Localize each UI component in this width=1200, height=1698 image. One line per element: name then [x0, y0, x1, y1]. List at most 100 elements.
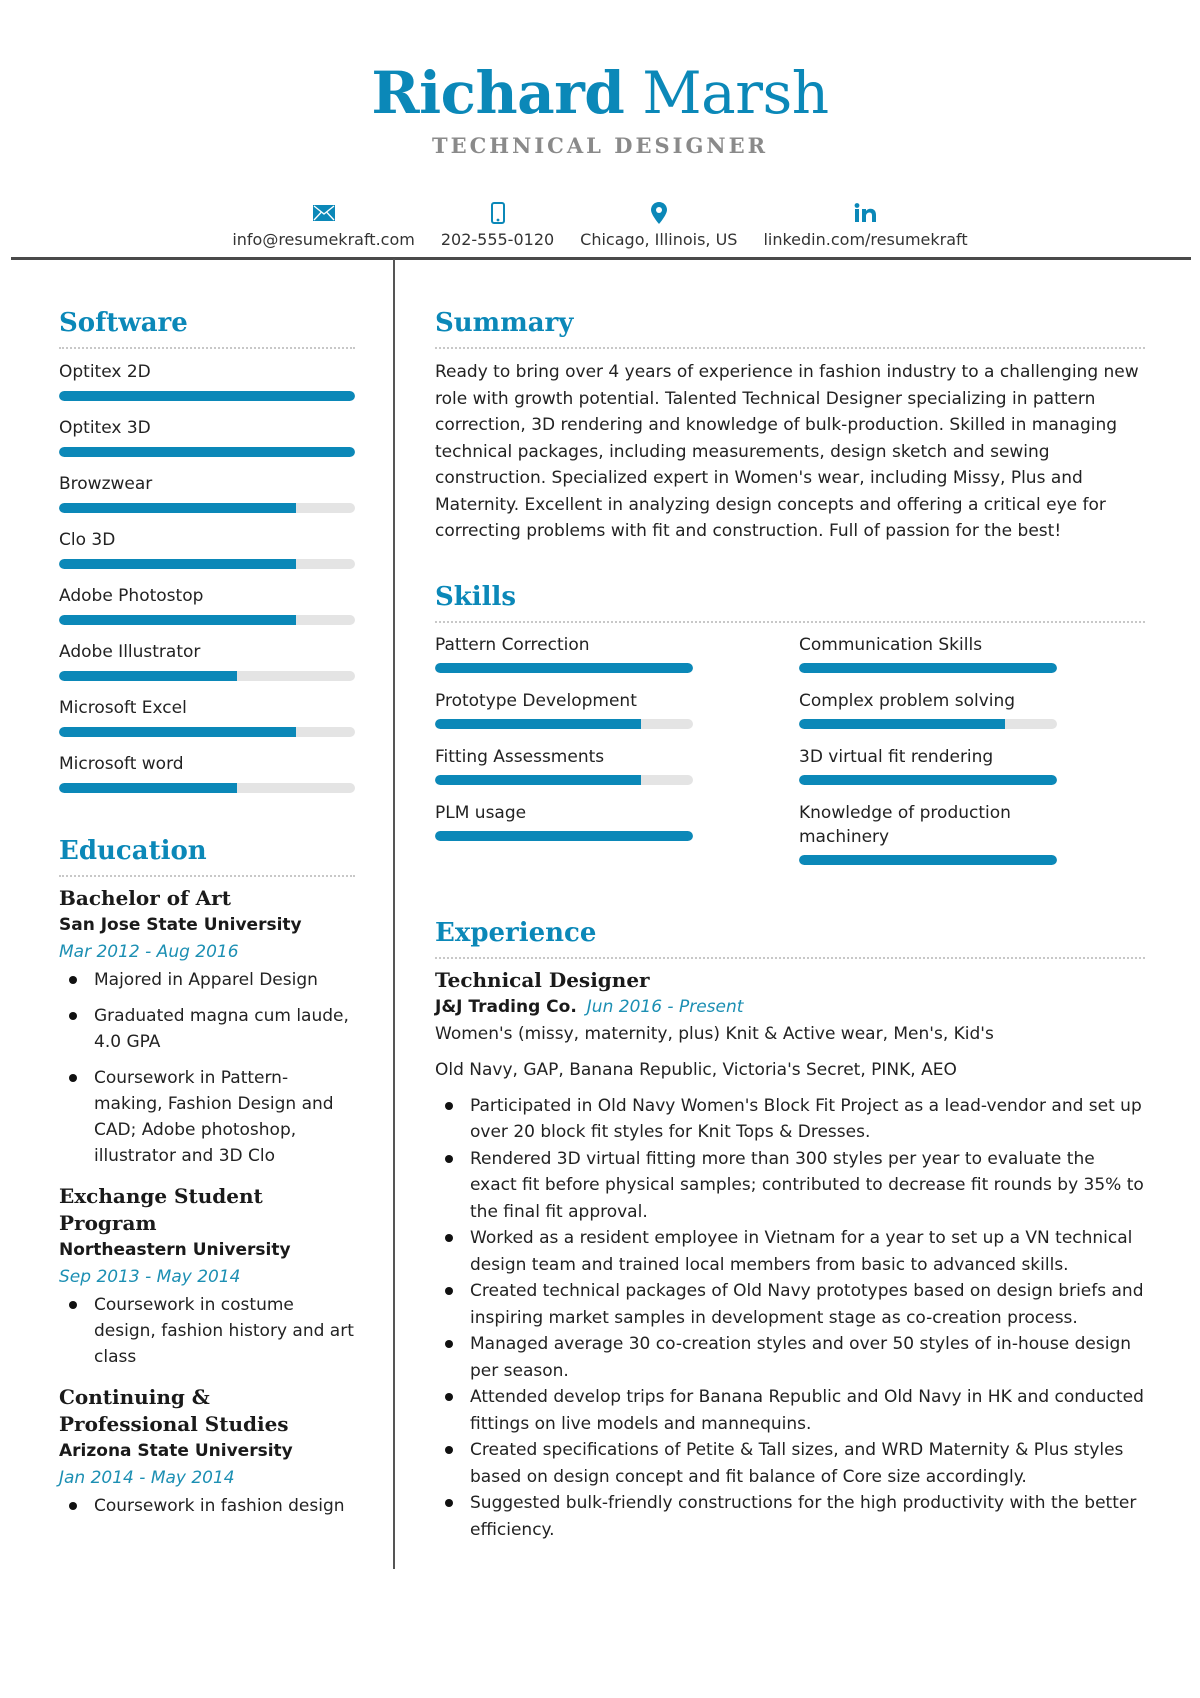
- software-item: Browzwear: [59, 471, 355, 513]
- proficiency-bar: [59, 447, 355, 457]
- skill-label: Pattern Correction: [435, 634, 590, 655]
- skill-label: PLM usage: [435, 802, 527, 823]
- skill-label: Fitting Assessments: [435, 746, 605, 767]
- first-name: Richard: [371, 59, 625, 127]
- proficiency-bar-fill: [59, 671, 237, 681]
- linkedin-icon: [854, 200, 878, 226]
- skill-item: PLM usage: [435, 801, 693, 865]
- software-section: Software Optitex 2D Optitex 3D Browzwear Cl…: [59, 305, 355, 793]
- proficiency-bar: [799, 774, 1057, 785]
- section-title-education: Education: [59, 836, 207, 866]
- contact-phone[interactable]: 202-555-0120: [441, 200, 554, 252]
- proficiency-bar-fill: [59, 783, 237, 793]
- education-dates: Mar 2012 - Aug 2016: [59, 942, 239, 962]
- summary-text: Ready to bring over 4 years of experienc…: [435, 362, 1139, 541]
- education-entry: Exchange Student Program Northeastern Uni…: [59, 1183, 355, 1370]
- proficiency-bar: [799, 718, 1057, 729]
- section-divider: [435, 620, 1145, 623]
- proficiency-bar-fill: [59, 559, 296, 569]
- education-degree: Bachelor of Art: [59, 886, 231, 910]
- proficiency-bar-fill: [799, 718, 1006, 729]
- contact-location: Chicago, Illinois, US: [580, 200, 737, 252]
- software-item: Clo 3D: [59, 527, 355, 569]
- section-divider: [59, 875, 355, 877]
- skill-label: Knowledge of production machinery: [799, 802, 1011, 847]
- skill-label: Prototype Development: [435, 690, 637, 711]
- column-divider: [393, 259, 395, 1569]
- experience-bullet: Created specifications of Petite & Tall …: [435, 1437, 1145, 1490]
- experience-bullets: Participated in Old Navy Women's Block F…: [435, 1093, 1145, 1544]
- contact-email[interactable]: info@resumekraft.com: [232, 200, 415, 252]
- proficiency-bar: [59, 559, 355, 569]
- proficiency-bar-fill: [435, 662, 693, 673]
- proficiency-bar: [799, 854, 1057, 865]
- section-divider: [435, 956, 1145, 959]
- proficiency-bar-fill: [799, 854, 1057, 865]
- software-label: Optitex 2D: [59, 362, 151, 382]
- skill-item: 3D virtual fit rendering: [799, 745, 1057, 785]
- section-divider: [59, 347, 355, 349]
- contact-phone-text[interactable]: 202-555-0120: [441, 228, 554, 252]
- software-label: Optitex 3D: [59, 418, 151, 438]
- education-bullet: Majored in Apparel Design: [59, 967, 355, 993]
- contact-email-text[interactable]: info@resumekraft.com: [232, 228, 415, 252]
- candidate-name: Richard Marsh: [0, 58, 1200, 128]
- envelope-icon: [312, 200, 335, 226]
- proficiency-bar-fill: [435, 830, 693, 841]
- skill-item: Fitting Assessments: [435, 745, 693, 785]
- software-label: Adobe Photostop: [59, 586, 204, 606]
- experience-bullet: Created technical packages of Old Navy p…: [435, 1278, 1145, 1331]
- education-bullet: Graduated magna cum laude, 4.0 GPA: [59, 1003, 355, 1055]
- proficiency-bar: [435, 830, 693, 841]
- education-school: Arizona State University: [59, 1441, 293, 1461]
- location-pin-icon: [650, 200, 667, 226]
- education-bullet: Coursework in costume design, fashion hi…: [59, 1292, 355, 1370]
- experience-entry: Technical Designer J&J Trading Co. Jun 201…: [435, 967, 1145, 1544]
- education-dates: Jan 2014 - May 2014: [59, 1468, 235, 1488]
- proficiency-bar: [799, 662, 1057, 673]
- software-label: Browzwear: [59, 474, 153, 494]
- proficiency-bar: [59, 391, 355, 401]
- section-title-experience: Experience: [435, 917, 597, 948]
- section-title-software: Software: [59, 308, 188, 338]
- experience-detail-line: Old Navy, GAP, Banana Republic, Victoria…: [435, 1059, 957, 1080]
- proficiency-bar-fill: [435, 718, 642, 729]
- experience-bullet: Participated in Old Navy Women's Block F…: [435, 1093, 1145, 1146]
- education-bullets: Coursework in fashion design: [59, 1493, 355, 1519]
- software-item: Optitex 2D: [59, 359, 355, 401]
- contact-linkedin[interactable]: linkedin.com/resumekraft: [763, 200, 968, 252]
- proficiency-bar: [435, 774, 693, 785]
- skill-item: Knowledge of production machinery: [799, 801, 1057, 865]
- header-divider: [11, 257, 1191, 260]
- experience-bullet: Managed average 30 co-creation styles an…: [435, 1331, 1145, 1384]
- proficiency-bar: [59, 727, 355, 737]
- experience-role: Technical Designer: [435, 967, 650, 992]
- phone-icon: [490, 200, 505, 226]
- skills-section: Skills Pattern Correction Communication S…: [435, 579, 1145, 865]
- education-bullet: Coursework in fashion design: [59, 1493, 355, 1519]
- software-item: Adobe Photostop: [59, 583, 355, 625]
- section-divider: [435, 347, 1145, 349]
- skill-item: Communication Skills: [799, 633, 1057, 673]
- software-label: Adobe Illustrator: [59, 642, 201, 662]
- software-item: Microsoft Excel: [59, 695, 355, 737]
- proficiency-bar: [59, 615, 355, 625]
- skill-item: Pattern Correction: [435, 633, 693, 673]
- proficiency-bar-fill: [799, 774, 1057, 785]
- job-title: TECHNICAL DESIGNER: [431, 133, 769, 158]
- education-entry: Continuing & Professional Studies Arizona…: [59, 1384, 355, 1519]
- experience-bullet: Attended develop trips for Banana Republ…: [435, 1384, 1145, 1437]
- experience-list: Technical Designer J&J Trading Co. Jun 201…: [435, 967, 1145, 1544]
- software-item: Optitex 3D: [59, 415, 355, 457]
- contact-location-text: Chicago, Illinois, US: [580, 230, 738, 249]
- skill-label: 3D virtual fit rendering: [799, 746, 994, 767]
- proficiency-bar-fill: [799, 662, 1057, 673]
- education-school: San Jose State University: [59, 915, 302, 935]
- software-item: Microsoft word: [59, 751, 355, 793]
- experience-section: Experience Technical Designer J&J Trading…: [435, 915, 1145, 1544]
- proficiency-bar: [59, 783, 355, 793]
- section-title-summary: Summary: [435, 308, 574, 338]
- contact-linkedin-text[interactable]: linkedin.com/resumekraft: [763, 228, 967, 252]
- contact-bar: info@resumekraft.com 202-555-0120 Chicag…: [0, 200, 1200, 252]
- experience-company: J&J Trading Co.: [435, 996, 577, 1017]
